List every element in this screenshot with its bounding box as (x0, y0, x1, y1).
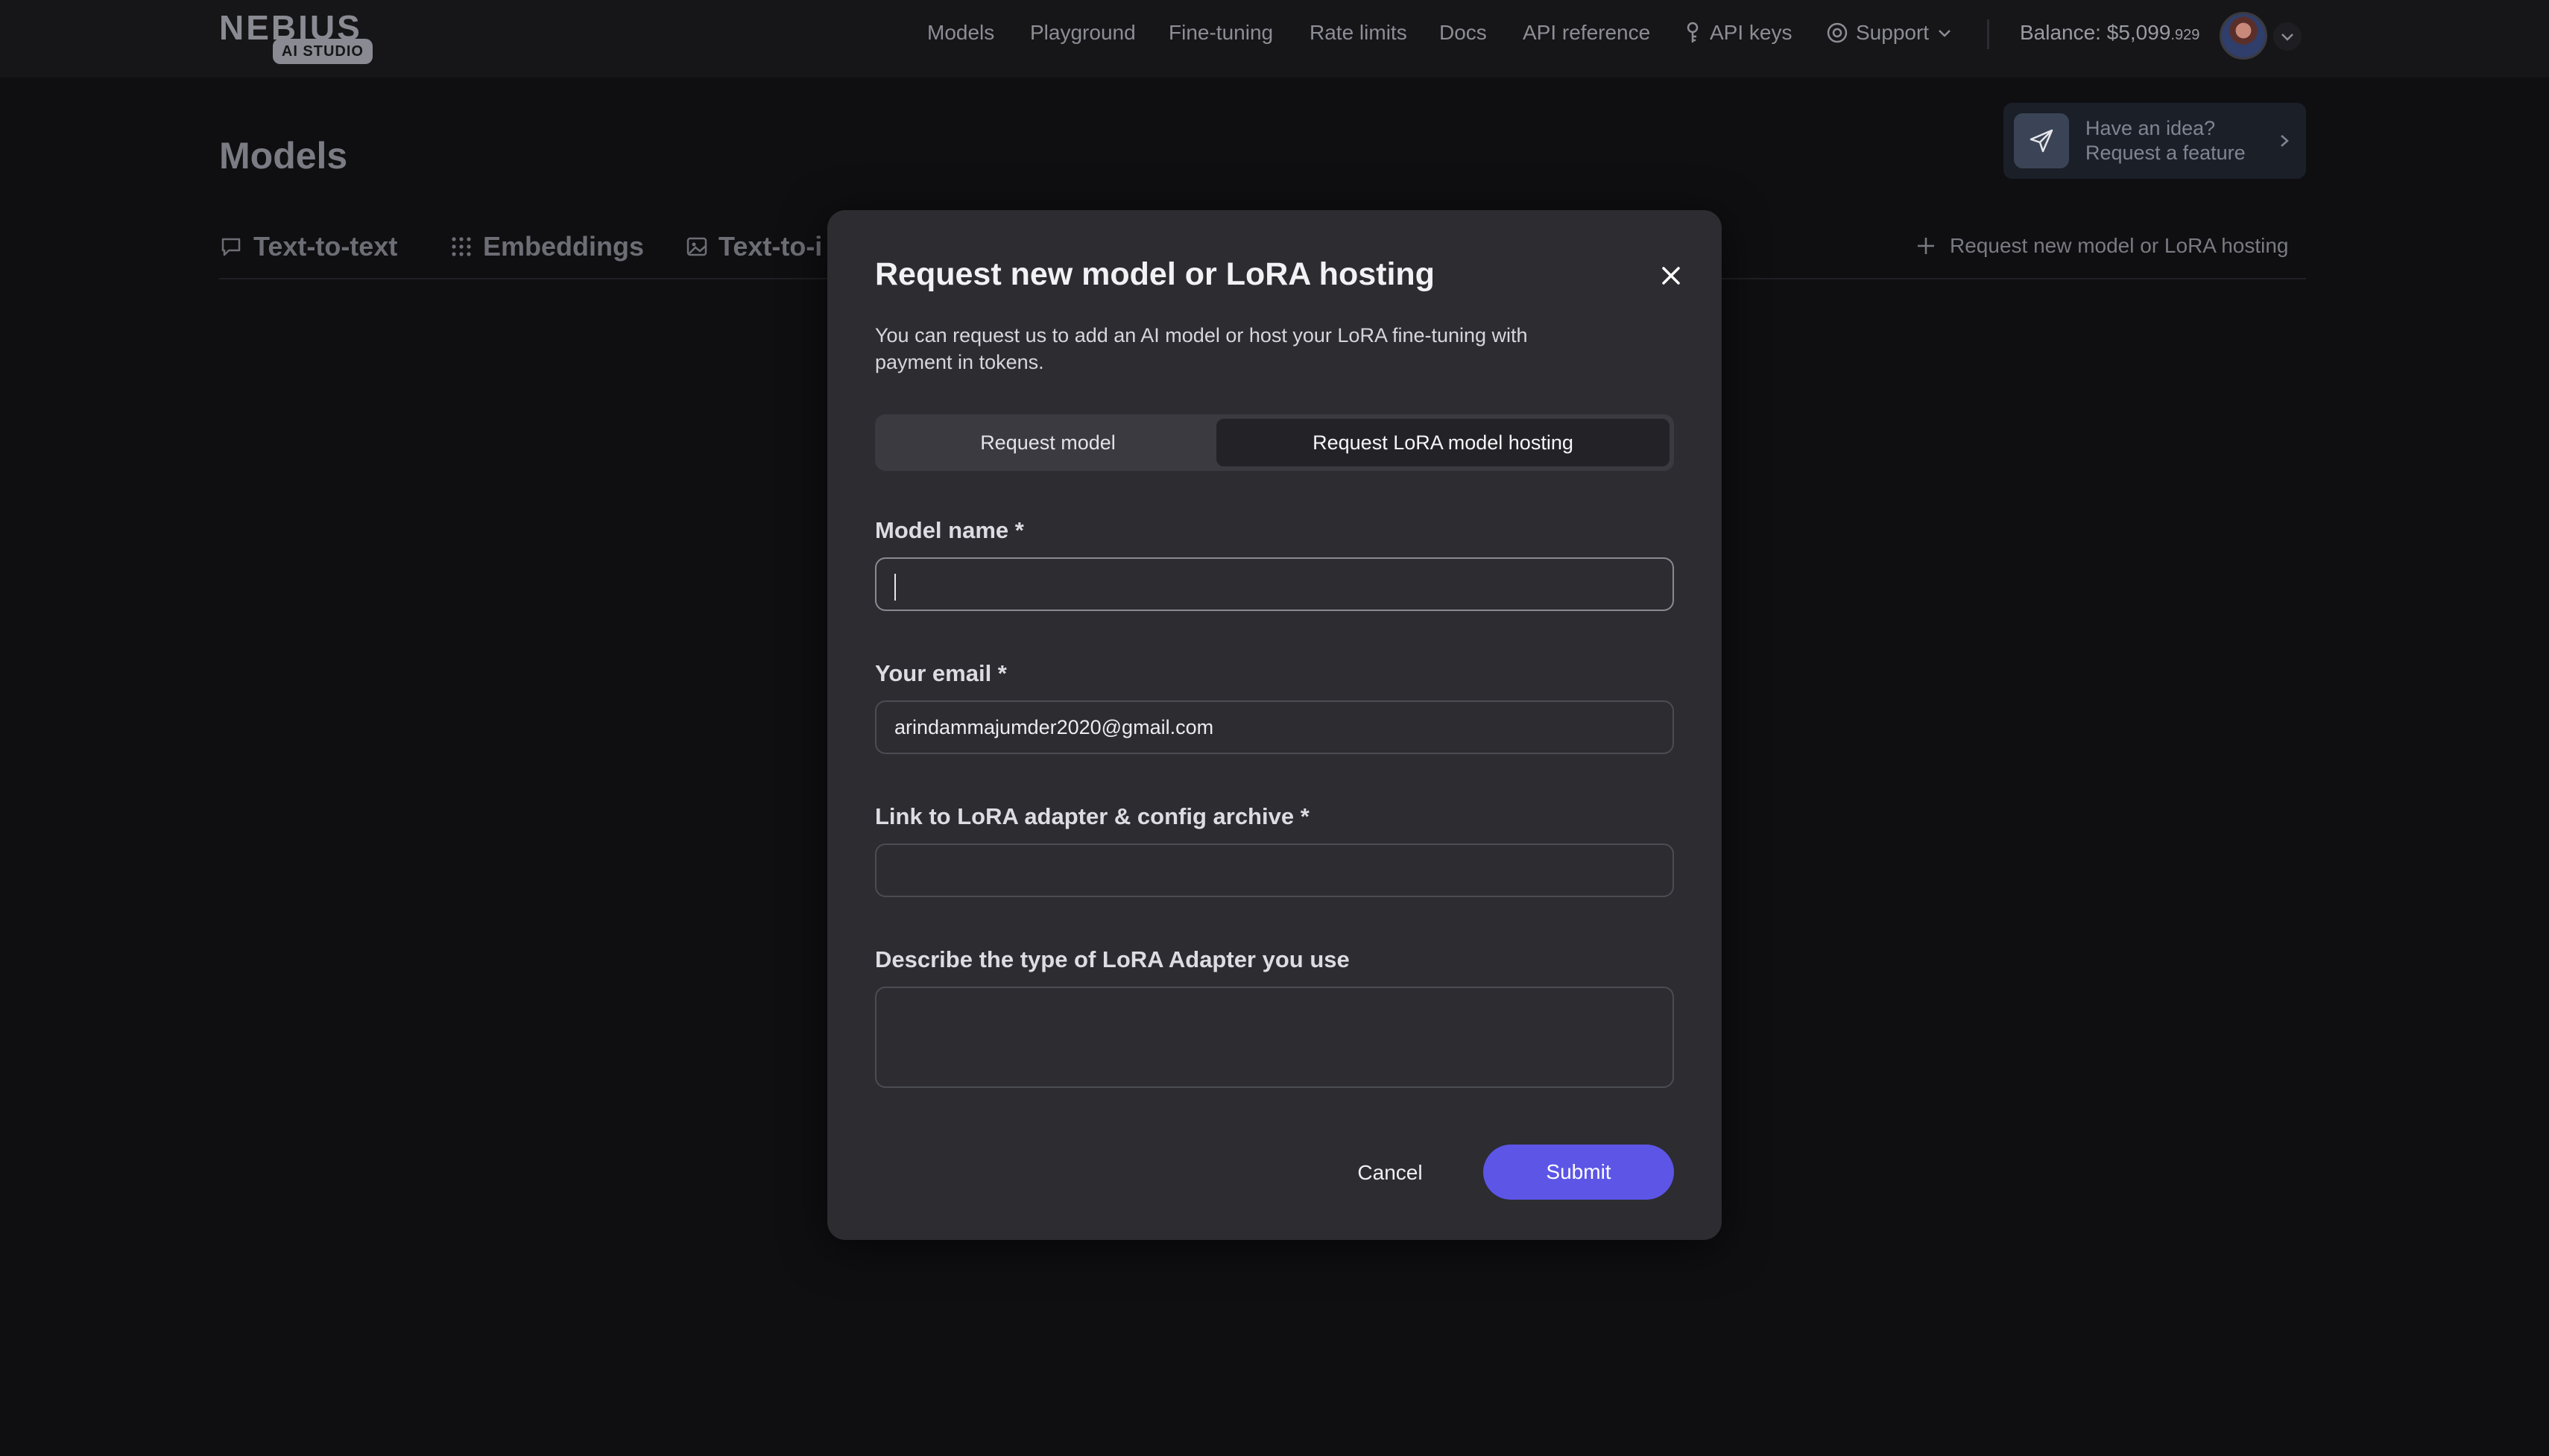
nav-api-reference[interactable]: API reference (1523, 21, 1650, 45)
model-name-input[interactable] (875, 557, 1674, 611)
support-icon (1827, 22, 1848, 43)
segment-request-lora-hosting[interactable]: Request LoRA model hosting (1216, 419, 1670, 466)
idea-line-1: Have an idea? (2085, 117, 2216, 139)
text-caret (894, 574, 896, 601)
page-title: Models (219, 135, 348, 177)
logo-badge: AI STUDIO (272, 39, 373, 64)
nav-support[interactable]: Support (1826, 21, 1953, 45)
balance-amount: Balance: $5,099 (2020, 21, 2171, 44)
adapter-type-textarea[interactable] (875, 987, 1674, 1088)
idea-line-2: Request a feature (2085, 142, 2246, 164)
nav-playground[interactable]: Playground (1030, 21, 1136, 45)
tab-embeddings[interactable]: Embeddings (450, 231, 644, 262)
tab-label: Text-to-i (718, 231, 823, 262)
cancel-button[interactable]: Cancel (1324, 1146, 1456, 1200)
account-menu-toggle[interactable] (2273, 22, 2302, 51)
plus-icon (1918, 238, 1934, 254)
close-icon (1662, 267, 1680, 285)
tab-text-to-text[interactable]: Text-to-text (219, 231, 397, 262)
nav-api-keys[interactable]: API keys (1683, 21, 1792, 45)
lora-link-input[interactable] (875, 843, 1674, 897)
nav-models[interactable]: Models (927, 21, 994, 45)
send-icon (2014, 113, 2069, 168)
model-name-label: Model name * (875, 517, 1024, 543)
nav-divider (1987, 19, 1989, 49)
chevron-down-icon (1939, 30, 1951, 37)
request-type-switch: Request model Request LoRA model hosting (875, 414, 1674, 471)
tab-text-to-image[interactable]: Text-to-i (686, 231, 822, 262)
grid-icon (452, 237, 471, 256)
nebius-logo[interactable]: NEBIUS AI STUDIO (219, 7, 373, 64)
nav-rate-limits[interactable]: Rate limits (1310, 21, 1407, 45)
email-label: Your email * (875, 660, 1007, 686)
image-icon (686, 237, 707, 256)
lora-link-label: Link to LoRA adapter & config archive * (875, 803, 1310, 829)
submit-button[interactable]: Submit (1483, 1145, 1674, 1200)
top-navbar: NEBIUS AI STUDIO Models Playground Fine-… (0, 0, 2549, 77)
request-feature-card[interactable]: Have an idea? Request a feature (2003, 103, 2306, 179)
nav-support-label: Support (1856, 21, 1930, 44)
balance-fraction: .929 (2170, 27, 2200, 43)
request-feature-text: Have an idea? Request a feature (2085, 116, 2246, 165)
dialog-description: You can request us to add an AI model or… (875, 324, 1528, 373)
nav-api-keys-label: API keys (1710, 21, 1792, 44)
balance-display: Balance: $5,099.929 (2020, 21, 2199, 45)
nav-docs[interactable]: Docs (1439, 21, 1487, 45)
adapter-type-label: Describe the type of LoRA Adapter you us… (875, 946, 1350, 972)
tab-label: Embeddings (483, 231, 645, 262)
key-icon (1687, 22, 1699, 42)
close-button[interactable] (1655, 259, 1687, 292)
chevron-right-icon (2281, 135, 2289, 147)
chevron-down-icon (2281, 34, 2293, 41)
email-input[interactable] (875, 700, 1674, 754)
chat-icon (221, 238, 241, 256)
nav-fine-tuning[interactable]: Fine-tuning (1169, 21, 1273, 45)
request-model-link[interactable]: Request new model or LoRA hosting (1915, 234, 2289, 258)
segment-request-model[interactable]: Request model (879, 419, 1216, 466)
avatar[interactable] (2220, 12, 2267, 60)
request-model-dialog: Request new model or LoRA hosting You ca… (827, 210, 1722, 1240)
request-model-link-label: Request new model or LoRA hosting (1950, 234, 2289, 257)
dialog-title: Request new model or LoRA hosting (875, 256, 1435, 292)
tab-label: Text-to-text (253, 231, 398, 262)
